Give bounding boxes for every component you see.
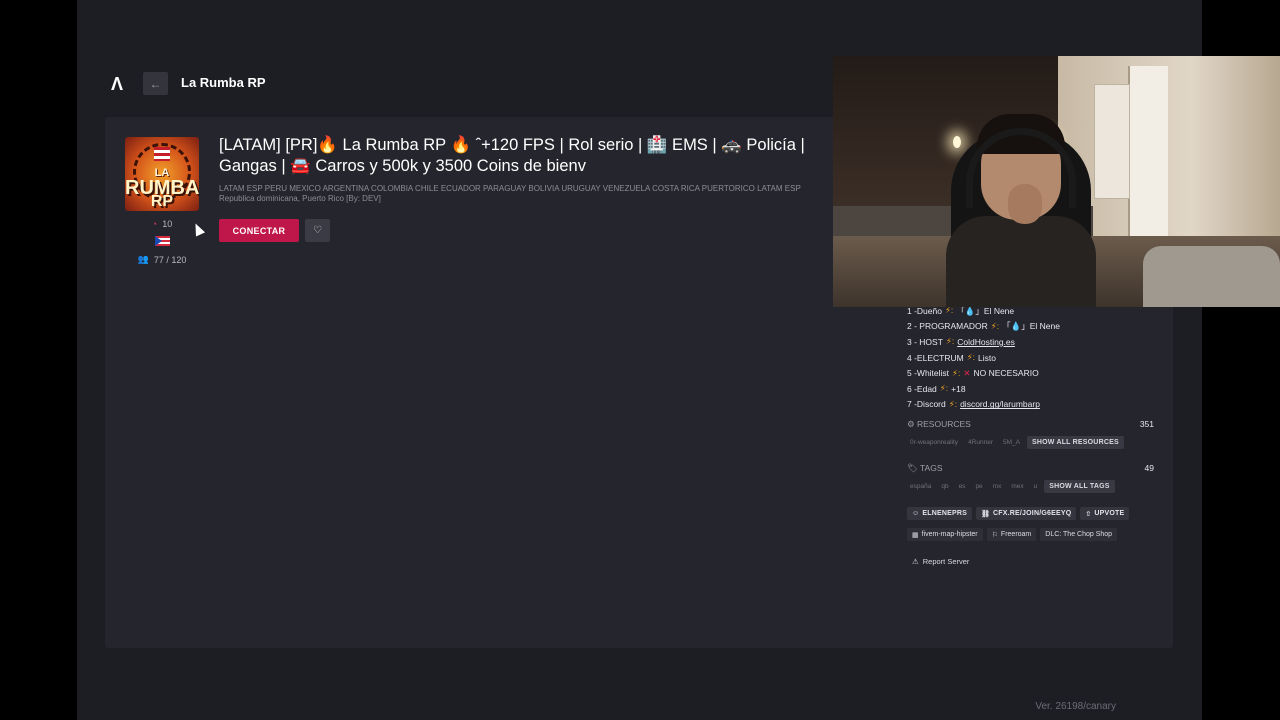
info-row: 6 -Edad ⚡: +18 — [907, 381, 1157, 397]
tag-chip: españa — [910, 483, 932, 490]
players-icon: 👥 — [137, 254, 149, 264]
upvote-button[interactable]: ⇧ UPVOTE — [1080, 507, 1130, 520]
report-label: Report Server — [922, 557, 970, 566]
dlc-badge: DLC: The Chop Shop — [1040, 528, 1118, 541]
join-link-button[interactable]: ⛓ CFX.RE/JOIN/G6EEYQ — [975, 507, 1077, 520]
info-label: 5 -Whitelist — [907, 368, 950, 379]
resources-chips: 0r-weaponreality 4Runner 5M_A SHOW ALL R… — [907, 436, 1124, 449]
tag-chip: pe — [975, 483, 983, 490]
favorite-heart-icon[interactable]: ♡ — [305, 219, 330, 242]
info-row: 3 - HOST ⚡: ColdHosting.es — [907, 334, 1157, 350]
fivem-logo-icon[interactable]: Λ — [111, 74, 123, 95]
info-row: 7 -Discord ⚡: discord.gg/larumbarp — [907, 397, 1157, 413]
info-label: 7 -Discord — [907, 399, 946, 410]
page-title: La Rumba RP — [181, 75, 266, 90]
logo-flag-icon — [154, 147, 170, 161]
country — [125, 236, 199, 246]
bolt-icon: ⚡: — [948, 398, 958, 409]
tag-icon: 🏷 — [907, 463, 920, 473]
tag-chip: mx — [992, 483, 1002, 490]
discord-link[interactable]: discord.gg/larumbarp — [960, 399, 1040, 409]
player-count: 👥 77 / 120 — [125, 254, 199, 265]
info-row: 4 -ELECTRUM ⚡: Listo — [907, 350, 1157, 366]
info-label: 4 -ELECTRUM — [907, 352, 964, 363]
info-label: 2 - PROGRAMADOR — [907, 321, 988, 332]
resources-label: ⚙ RESOURCES — [907, 419, 971, 429]
tags-count: 49 — [1144, 463, 1154, 473]
server-links: ☺ ELNENEPRS ⛓ CFX.RE/JOIN/G6EEYQ ⇧ UPVOTE — [907, 507, 1130, 520]
host-link[interactable]: ColdHosting.es — [957, 337, 1015, 347]
webcam-person-hand — [1008, 184, 1042, 224]
resource-chip: 4Runner — [968, 439, 993, 446]
resource-chip: 0r-weaponreality — [910, 439, 959, 446]
gamemode-icon: ⚐ — [991, 531, 998, 539]
webcam-couch — [1143, 246, 1280, 307]
tag-chip: es — [958, 483, 966, 490]
bolt-icon: ⚡: — [939, 383, 949, 394]
bolt-icon: ⚡: — [952, 367, 961, 378]
warning-icon: ⚠ — [912, 557, 919, 566]
server-badges: ▦ fivem-map-hipster ⚐ Freeroam DLC: The Ch… — [907, 528, 1118, 541]
tag-chip: qb — [941, 483, 949, 490]
info-value: NO NECESARIO — [973, 368, 1039, 379]
player-count-value: 77 / 120 — [153, 254, 187, 265]
report-server-button[interactable]: ⚠ Report Server — [912, 557, 969, 566]
info-label: 3 - HOST — [907, 336, 943, 347]
info-row: 2 - PROGRAMADOR ⚡: 「💧」El Nene — [907, 319, 1157, 335]
tags-header: 🏷 TAGS 49 — [907, 463, 1154, 474]
logo-text-bottom: RP — [150, 193, 174, 210]
map-icon: ▦ — [912, 531, 919, 539]
webcam-fridge — [1094, 84, 1130, 199]
connect-button[interactable]: CONECTAR — [219, 219, 299, 242]
back-button[interactable]: ← — [143, 72, 168, 95]
resource-chip: 5M_A — [1003, 439, 1020, 446]
info-row: 5 -Whitelist ⚡: ✕ NO NECESARIO — [907, 365, 1157, 381]
tags-label: 🏷 TAGS — [907, 463, 943, 473]
cross-icon: ✕ — [963, 367, 971, 378]
resources-count: 351 — [1139, 419, 1154, 429]
resources-header: ⚙ RESOURCES 351 — [907, 419, 1154, 430]
upvote-value: 10 — [162, 219, 173, 229]
bolt-icon: ⚡: — [990, 320, 1000, 331]
webcam-overlay — [833, 56, 1280, 307]
tags-chips: españa qb es pe mx mex u SHOW ALL TAGS — [907, 480, 1115, 493]
discord-icon: ☺ — [912, 510, 920, 517]
server-info-list: 1 -Dueño ⚡: 「💧」El Nene 2 - PROGRAMADOR ⚡: … — [907, 303, 1157, 412]
webcam-light — [953, 136, 961, 148]
version-label: Ver. 26198/canary — [1035, 701, 1116, 712]
bolt-icon: ⚡: — [966, 352, 976, 363]
map-badge: ▦ fivem-map-hipster — [907, 528, 983, 541]
gamemode-badge: ⚐ Freeroam — [986, 528, 1037, 541]
server-description: LATAM ESP PERU MEXICO ARGENTINA COLOMBIA… — [219, 184, 801, 203]
tag-chip: mex — [1011, 483, 1024, 490]
upvote-count: ◔ 10 — [125, 219, 199, 229]
info-value: +18 — [951, 383, 966, 394]
gear-icon: ⚙ — [907, 419, 917, 429]
webcam-person-body — [946, 216, 1096, 307]
info-label: 1 -Dueño — [907, 305, 942, 316]
discord-button[interactable]: ☺ ELNENEPRS — [907, 507, 972, 520]
server-name: [LATAM] [PR]🔥 La Rumba RP 🔥 ˆ+120 FPS | … — [219, 136, 805, 175]
puerto-rico-flag-icon — [154, 236, 170, 246]
show-all-tags-button[interactable]: SHOW ALL TAGS — [1044, 480, 1115, 493]
bolt-icon: ⚡: — [945, 336, 955, 347]
boost-icon: ◔ — [151, 219, 158, 229]
link-icon: ⛓ — [980, 510, 991, 518]
server-logo: LA RUMBA RP — [125, 137, 199, 211]
show-all-resources-button[interactable]: SHOW ALL RESOURCES — [1026, 436, 1124, 449]
info-value: Listo — [978, 352, 996, 363]
tag-chip: u — [1033, 483, 1038, 490]
info-value: 「💧」El Nene — [1002, 321, 1060, 332]
upvote-icon: ⇧ — [1085, 510, 1092, 518]
info-label: 6 -Edad — [907, 383, 937, 394]
